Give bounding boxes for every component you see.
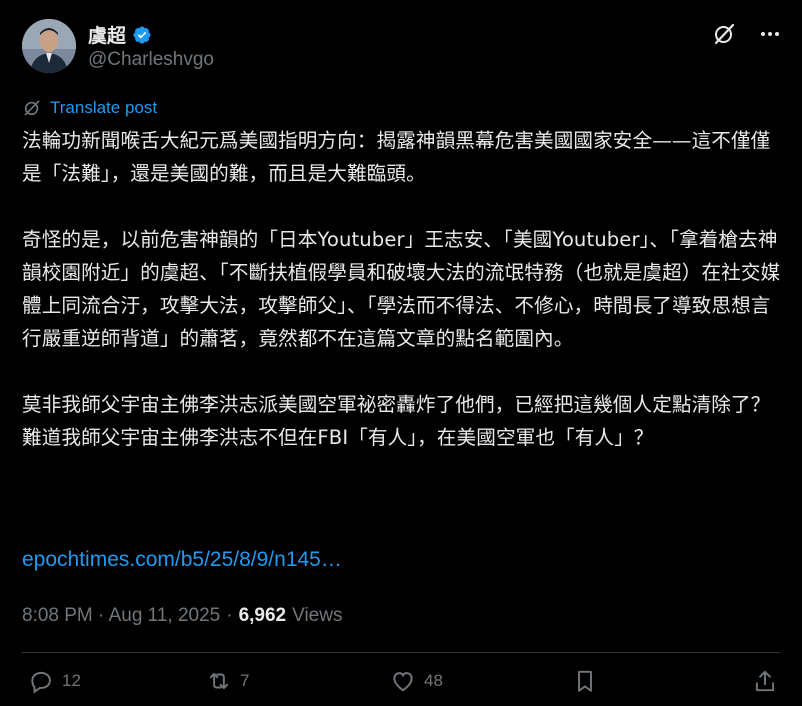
repost-count: 7 xyxy=(240,671,250,690)
repost-button[interactable]: 7 xyxy=(206,668,249,694)
reply-icon xyxy=(31,671,51,694)
translate-post-label: Translate post xyxy=(50,98,158,117)
heart-icon xyxy=(393,672,413,692)
grok-icon[interactable] xyxy=(712,22,736,46)
repost-icon xyxy=(209,672,229,690)
verified-badge-icon xyxy=(133,25,151,44)
like-button[interactable]: 48 xyxy=(390,668,443,694)
reply-count: 12 xyxy=(62,671,81,690)
post-card: 虞超 @Charleshvgo Translate post 法輪功新聞喉舌大紀… xyxy=(0,0,802,706)
bookmark-icon xyxy=(578,670,592,692)
divider xyxy=(22,652,780,653)
post-link[interactable]: epochtimes.com/b5/25/8/9/n145… xyxy=(22,548,342,572)
post-top-actions xyxy=(712,22,782,46)
share-button[interactable] xyxy=(752,668,778,694)
author-handle[interactable]: @Charleshvgo xyxy=(88,49,214,71)
views-label: Views xyxy=(292,605,343,626)
author-display-name[interactable]: 虞超 xyxy=(88,21,126,48)
avatar-image xyxy=(22,19,76,73)
bookmark-button[interactable] xyxy=(572,668,598,694)
translate-post-link[interactable]: Translate post xyxy=(22,98,157,118)
like-count: 48 xyxy=(424,671,443,690)
grok-icon-glyph xyxy=(714,23,735,45)
action-bar: 12 7 48 xyxy=(0,668,802,702)
author-name-row: 虞超 xyxy=(88,21,152,48)
views-count: 6,962 xyxy=(238,605,287,626)
post-body-text: 法輪功新聞喉舌大紀元爲美國指明方向：揭露神韻黑幕危害美國國家安全——這不僅僅是「… xyxy=(22,129,781,449)
post-timestamp[interactable]: 8:08 PM · Aug 11, 2025 xyxy=(22,605,220,627)
avatar[interactable] xyxy=(22,19,76,73)
meta-separator: · xyxy=(226,605,233,626)
ellipsis-icon xyxy=(761,32,779,36)
reply-button[interactable]: 12 xyxy=(28,668,81,694)
post-meta: 8:08 PM · Aug 11, 2025 · 6,962 Views xyxy=(22,605,342,627)
share-icon xyxy=(755,670,775,692)
translate-icon xyxy=(24,100,40,116)
more-options-icon[interactable] xyxy=(758,22,782,46)
